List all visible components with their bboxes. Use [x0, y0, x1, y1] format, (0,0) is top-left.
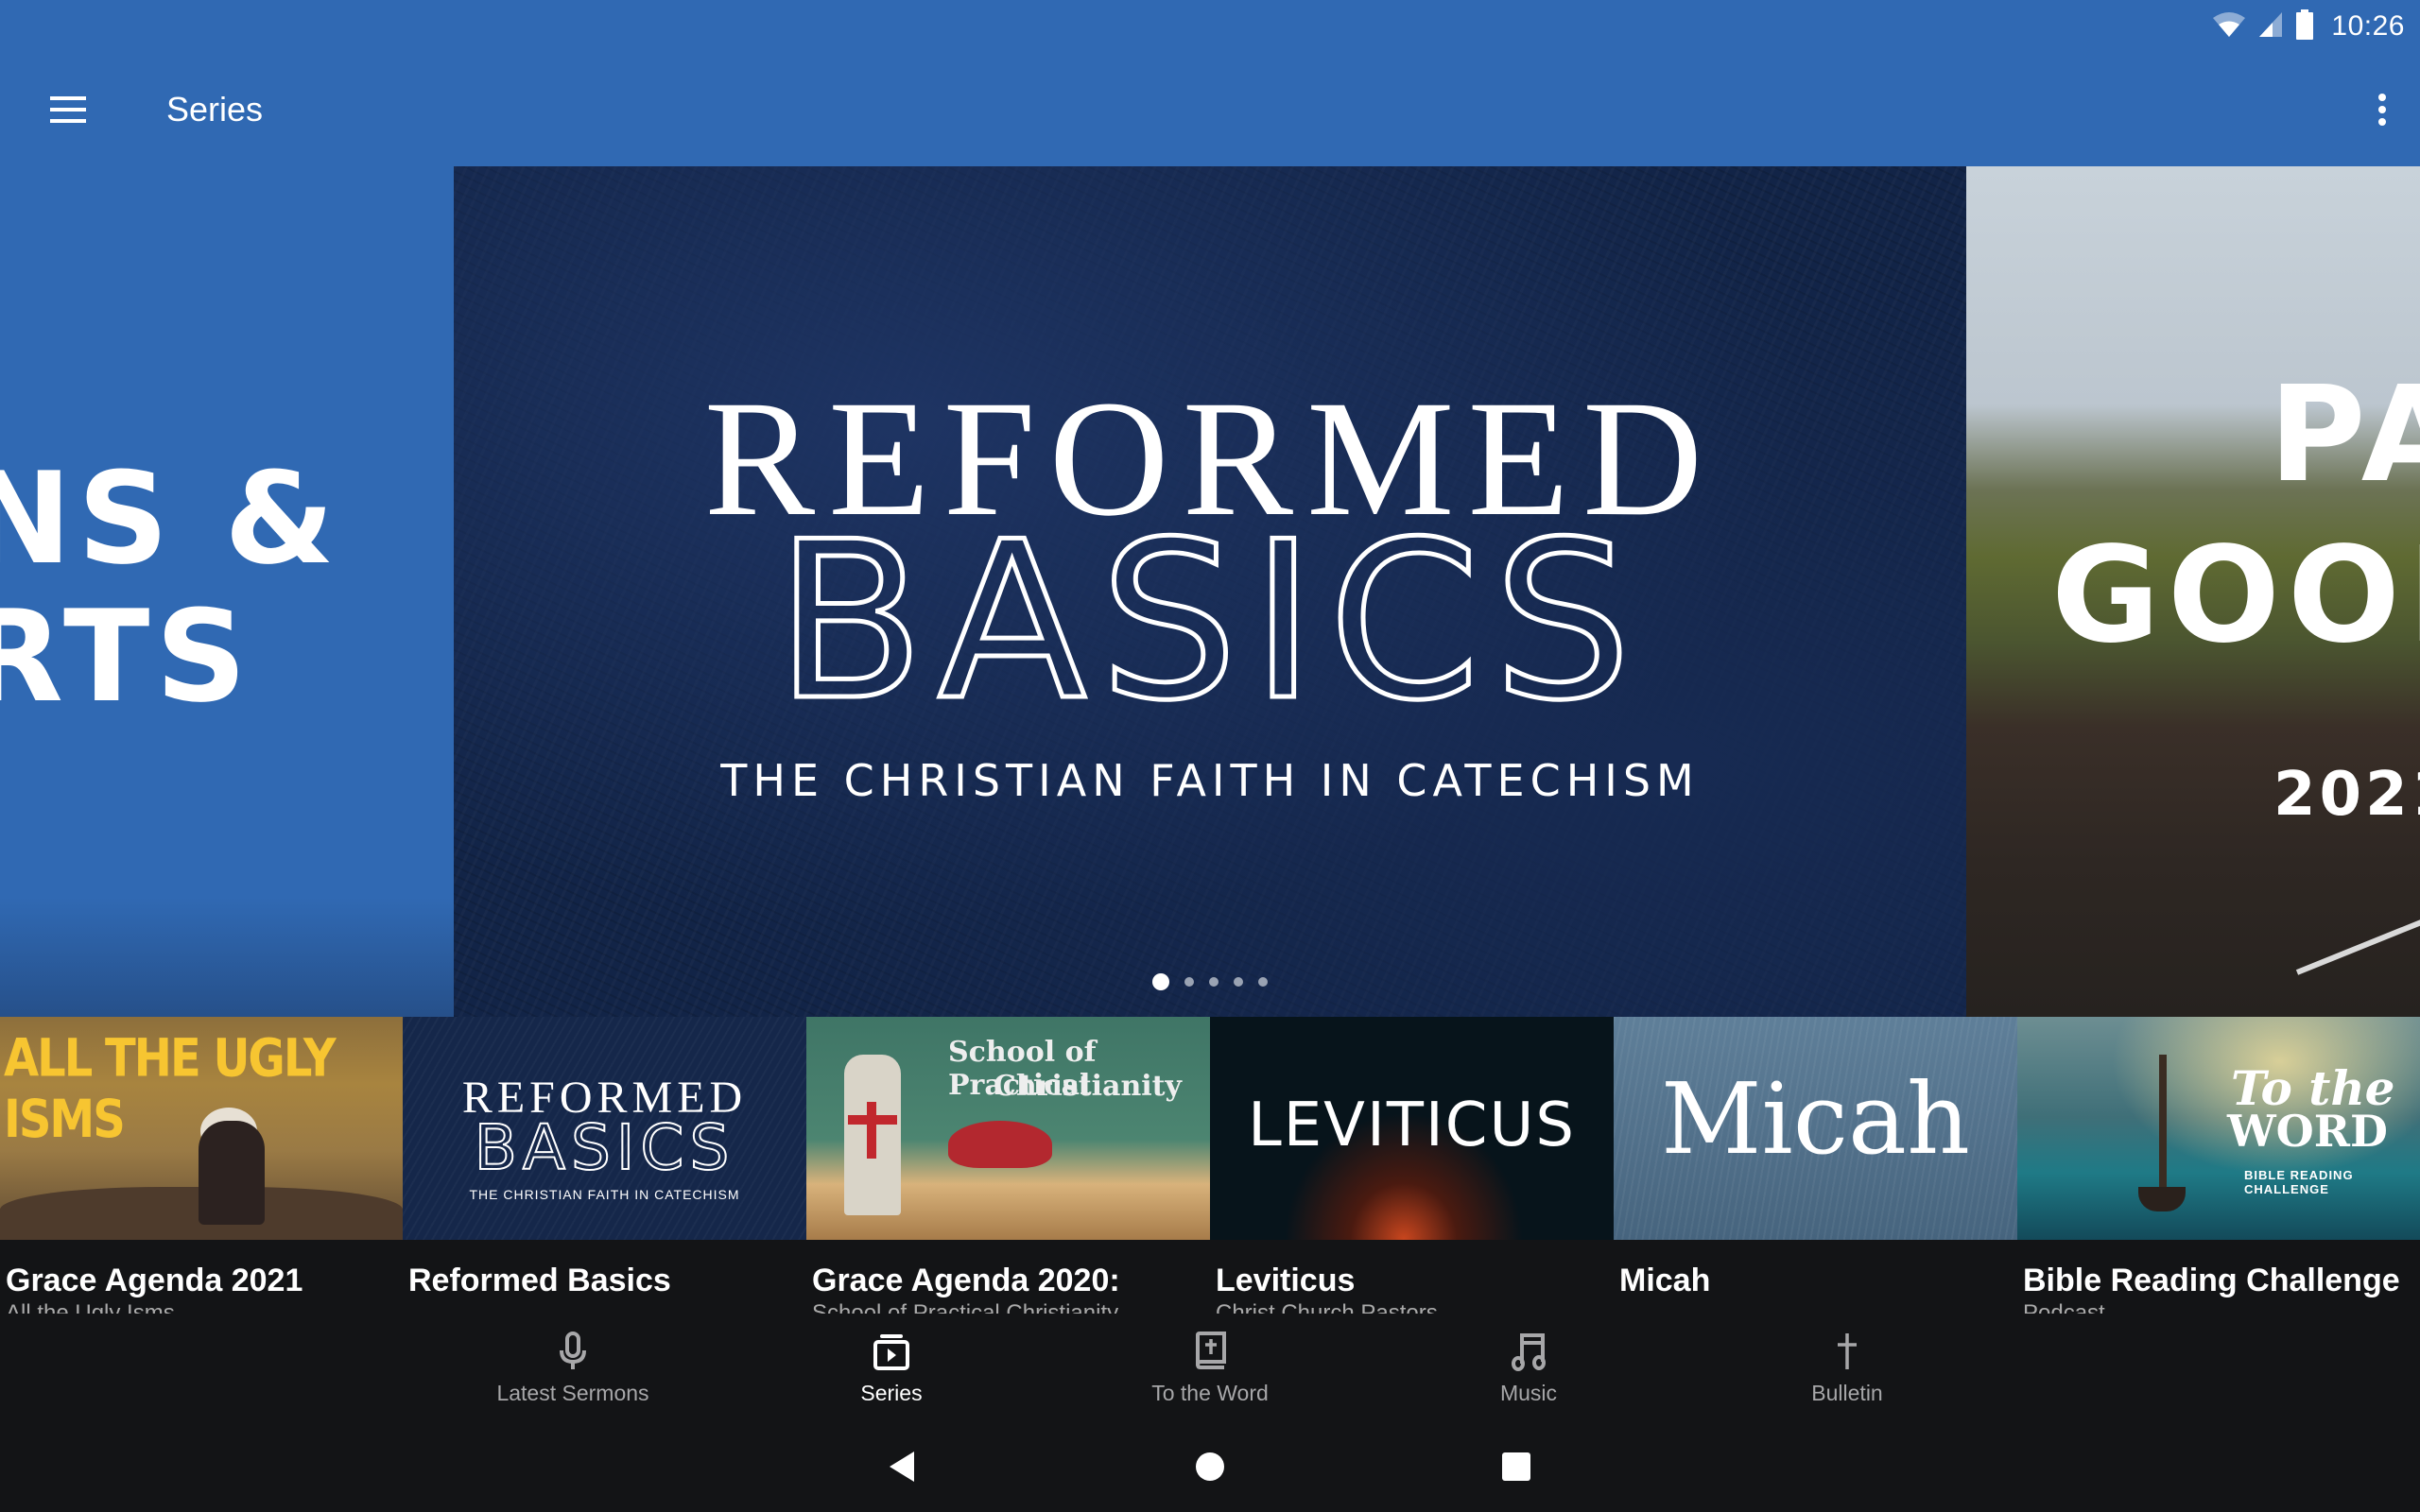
series-title: Grace Agenda 2021: [6, 1263, 303, 1298]
series-title: Reformed Basics: [408, 1263, 671, 1298]
carousel-slide-next[interactable]: PA GOOD 2021: [1966, 166, 2420, 1017]
series-card[interactable]: LEVITICUS Leviticus Christ Church Pastor…: [1210, 1017, 1614, 1314]
nav-label: Latest Sermons: [496, 1381, 649, 1405]
slide-next-line3: 2021: [2273, 760, 2420, 830]
series-subtitle: All the Ugly Isms: [6, 1300, 175, 1314]
hero-carousel[interactable]: ONS & ORTS REFORMED BASICS THE CHRISTIAN…: [0, 166, 2420, 1017]
slide-title-2: BASICS: [773, 496, 1645, 748]
wifi-icon: [2212, 10, 2246, 43]
nav-item-bulletin[interactable]: Bulletin: [1688, 1314, 2007, 1419]
series-subtitle: School of Practical Christianity: [812, 1300, 1119, 1314]
nav-item-to-the-word[interactable]: To the Word: [1051, 1314, 1370, 1419]
series-list: ALL THE UGLY ISMS Grace Agenda 2021 All …: [0, 1017, 2420, 1314]
system-navigation-bar: [0, 1419, 2420, 1512]
home-icon[interactable]: [1187, 1444, 1233, 1489]
more-vert-icon[interactable]: [2363, 87, 2401, 132]
nav-label: Music: [1499, 1381, 1558, 1405]
microphone-icon: [552, 1331, 594, 1372]
series-title: Leviticus: [1216, 1263, 1356, 1298]
page-dot-4[interactable]: [1234, 977, 1243, 987]
bottom-navigation: Latest Sermons Series To the Word Music …: [0, 1314, 2420, 1419]
series-thumbnail: LEVITICUS: [1210, 1017, 1614, 1240]
music-note-icon: [1508, 1331, 1549, 1372]
slide-subtitle: THE CHRISTIAN FAITH IN CATECHISM: [720, 755, 1700, 806]
series-thumbnail: ALL THE UGLY ISMS: [0, 1017, 403, 1240]
series-thumbnail: REFORMED BASICS THE CHRISTIAN FAITH IN C…: [403, 1017, 806, 1240]
carousel-page-indicator: [454, 973, 1966, 990]
series-card[interactable]: REFORMED BASICS THE CHRISTIAN FAITH IN C…: [403, 1017, 806, 1314]
video-library-icon: [871, 1331, 912, 1372]
page-dot-1[interactable]: [1152, 973, 1169, 990]
page-dot-2[interactable]: [1184, 977, 1194, 987]
carousel-slide-previous[interactable]: ONS & ORTS: [0, 166, 454, 1017]
nav-item-latest-sermons[interactable]: Latest Sermons: [414, 1314, 733, 1419]
series-title: Bible Reading Challenge: [2023, 1263, 2400, 1298]
series-thumbnail: To the WORD BIBLE READING CHALLENGE: [2017, 1017, 2420, 1240]
series-title: Grace Agenda 2020:: [812, 1263, 1120, 1298]
series-card[interactable]: School of Practical Christianity Grace A…: [806, 1017, 1210, 1314]
battery-icon: [2295, 9, 2314, 44]
series-title: Micah: [1619, 1263, 1711, 1298]
series-subtitle: Christ Church Pastors: [1216, 1300, 1438, 1314]
nav-label: Series: [860, 1381, 923, 1405]
page-dot-5[interactable]: [1258, 977, 1268, 987]
recents-icon[interactable]: [1494, 1444, 1539, 1489]
cell-signal-icon: [2257, 10, 2284, 43]
nav-label: To the Word: [1151, 1381, 1269, 1405]
bible-icon: [1189, 1331, 1231, 1372]
series-subtitle: Podcast: [2023, 1300, 2105, 1314]
slide-previous-text: ONS & ORTS: [0, 445, 340, 730]
page-dot-3[interactable]: [1209, 977, 1219, 987]
status-bar: 10:26: [0, 0, 2420, 53]
slide-next-line1: PA: [2269, 358, 2420, 512]
road-line: [2295, 863, 2420, 975]
status-icons: 10:26: [2212, 8, 2405, 45]
slide-next-line2: GOOD: [2051, 519, 2420, 673]
nav-item-music[interactable]: Music: [1370, 1314, 1688, 1419]
page-title: Series: [166, 90, 264, 129]
app-bar: Series: [0, 53, 2420, 166]
back-icon[interactable]: [879, 1444, 925, 1489]
nav-label: Bulletin: [1811, 1381, 1883, 1405]
carousel-slide-current[interactable]: REFORMED BASICS THE CHRISTIAN FAITH IN C…: [454, 166, 1966, 1017]
nav-item-series[interactable]: Series: [733, 1314, 1051, 1419]
series-card[interactable]: ALL THE UGLY ISMS Grace Agenda 2021 All …: [0, 1017, 403, 1314]
cross-icon: [1826, 1331, 1868, 1372]
app-screen: 10:26 Series ONS & ORTS REFORMED BASICS …: [0, 0, 2420, 1512]
status-time: 10:26: [2331, 10, 2405, 42]
hamburger-menu-icon[interactable]: [38, 87, 98, 132]
series-card[interactable]: Micah Micah: [1614, 1017, 2017, 1314]
series-thumbnail: Micah: [1614, 1017, 2017, 1240]
series-card[interactable]: To the WORD BIBLE READING CHALLENGE Bibl…: [2017, 1017, 2420, 1314]
series-thumbnail: School of Practical Christianity: [806, 1017, 1210, 1240]
